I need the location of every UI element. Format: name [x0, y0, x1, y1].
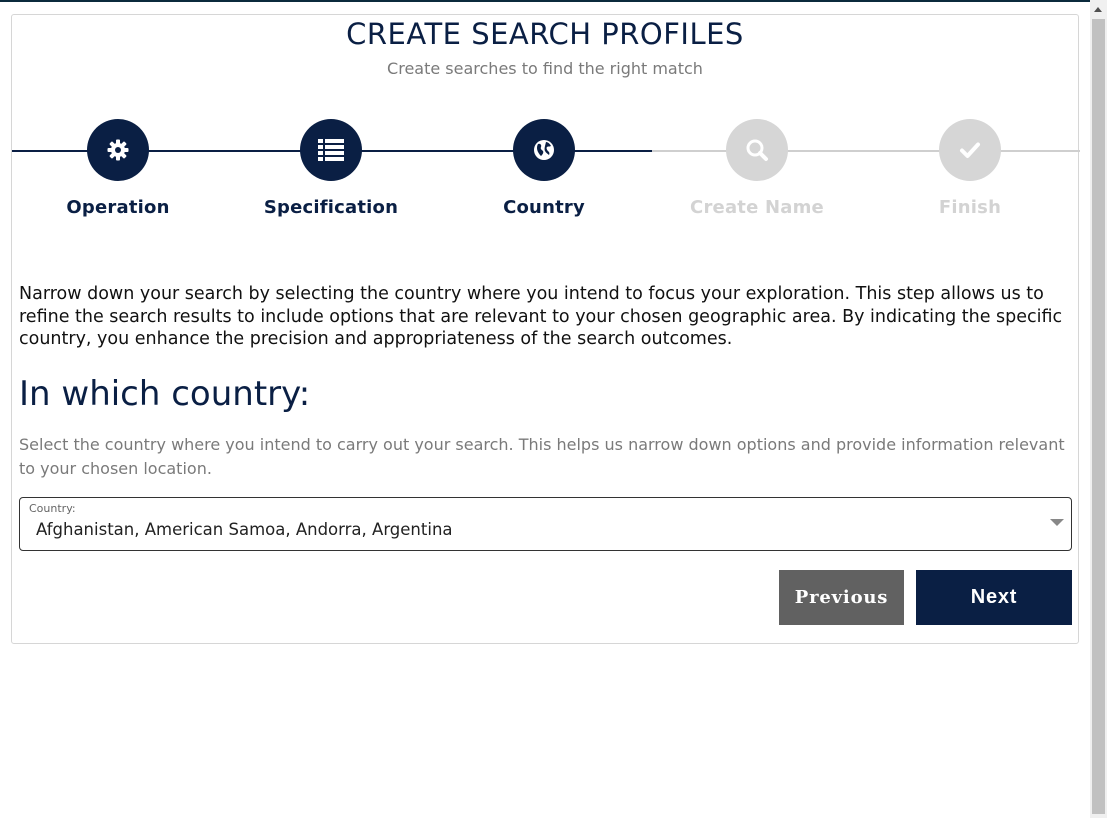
country-select-label: Country:	[29, 502, 76, 515]
page-subtitle: Create searches to find the right match	[387, 59, 703, 78]
question-heading: In which country:	[19, 374, 311, 414]
question-hint: Select the country where you intend to c…	[19, 435, 1065, 478]
next-button[interactable]: Next	[916, 570, 1072, 625]
step-country: Country	[444, 119, 644, 218]
wizard-panel: CREATE SEARCH PROFILES Create searches t…	[11, 14, 1080, 644]
step-finish: Finish	[870, 119, 1070, 218]
check-icon	[960, 142, 980, 158]
country-select[interactable]: Country: Afghanistan, American Samoa, An…	[19, 497, 1072, 551]
globe-icon	[534, 140, 554, 160]
step-description: Narrow down your search by selecting the…	[19, 284, 1063, 349]
step-specification: Specification	[231, 119, 431, 218]
step-country-circle	[513, 119, 575, 181]
list-icon	[318, 139, 344, 161]
search-icon	[746, 139, 768, 161]
vertical-scrollbar[interactable]	[1090, 0, 1107, 818]
previous-button[interactable]: Previous	[779, 570, 904, 625]
chevron-down-icon[interactable]	[1050, 519, 1064, 526]
top-edge-strip	[0, 0, 1090, 2]
step-specification-label: Specification	[263, 197, 399, 218]
country-select-value: Afghanistan, American Samoa, Andorra, Ar…	[36, 520, 453, 539]
step-specification-circle	[300, 119, 362, 181]
step-operation: Operation	[18, 119, 218, 218]
step-operation-label: Operation	[66, 197, 170, 218]
step-finish-label: Finish	[938, 197, 1002, 218]
gear-icon	[107, 139, 129, 161]
scroll-up-arrow-icon[interactable]	[1094, 7, 1102, 12]
step-country-label: Country	[503, 197, 585, 218]
step-create-name-label: Create Name	[690, 197, 824, 218]
step-finish-circle	[939, 119, 1001, 181]
step-operation-circle	[87, 119, 149, 181]
step-create-name: Create Name	[657, 119, 857, 218]
page-title: CREATE SEARCH PROFILES	[346, 17, 744, 51]
scrollbar-thumb[interactable]	[1092, 19, 1105, 814]
step-create-name-circle	[726, 119, 788, 181]
